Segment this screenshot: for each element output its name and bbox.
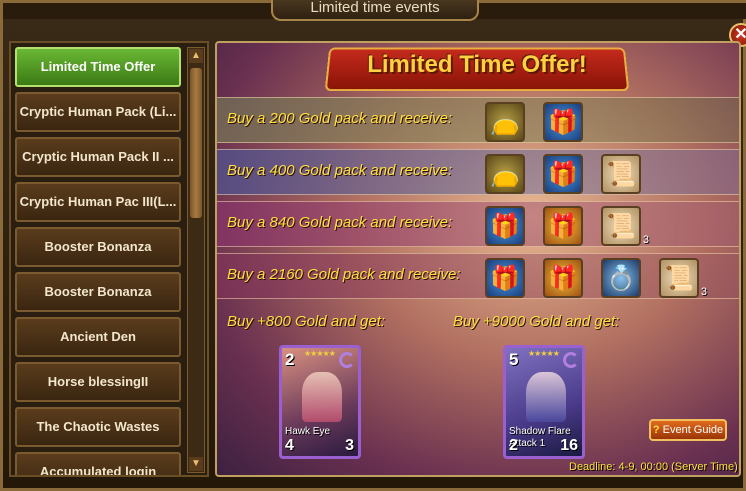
offer-row-2160: Buy a 2160 Gold pack and receive: 🎁 🎁 💍 … — [217, 253, 739, 299]
offer-row-400: Buy a 400 Gold pack and receive: 👝 🎁 📜 — [217, 149, 739, 195]
swirl-icon — [563, 352, 579, 368]
sidebar-item-booster-bonanza-1[interactable]: Booster Bonanza — [15, 227, 181, 267]
card-stars: ★★★★★ — [528, 349, 560, 358]
card-portrait — [302, 372, 342, 422]
scroll-up-icon[interactable]: ▲ — [189, 49, 203, 63]
scroll-icon[interactable]: 📜 3 — [659, 258, 707, 298]
gold-gift-icon[interactable]: 🎁 — [543, 258, 583, 298]
swirl-icon — [339, 352, 355, 368]
ring-icon[interactable]: 💍 — [601, 258, 641, 298]
card-health: 16 — [560, 437, 578, 454]
offer-panel: Limited Time Offer! Buy a 200 Gold pack … — [215, 41, 741, 477]
event-guide-label: Event Guide — [662, 424, 724, 436]
blue-gift-icon[interactable]: 🎁 — [543, 102, 583, 142]
card-attack: 4 — [285, 437, 294, 454]
sidebar-item-cryptic-human-pack[interactable]: Cryptic Human Pack (Li... — [15, 92, 181, 132]
window-title: Limited time events — [271, 0, 479, 21]
offer-text: Buy a 400 Gold pack and receive: — [227, 162, 453, 179]
offer-row-840: Buy a 840 Gold pack and receive: 🎁 🎁 📜 3 — [217, 201, 739, 247]
card-shadow-flare[interactable]: 5 ★★★★★ Shadow Flare Attack 1 2 16 — [503, 345, 585, 459]
card-attack: 2 — [509, 437, 518, 454]
sidebar-scrollbar[interactable]: ▲ ▼ — [187, 47, 205, 473]
event-sidebar: Limited Time Offer Cryptic Human Pack (L… — [9, 41, 209, 477]
offer-text: Buy a 2160 Gold pack and receive: — [227, 266, 461, 283]
reward-quantity: 3 — [642, 234, 649, 246]
question-icon: ? — [652, 424, 660, 436]
get-9000-label: Buy +9000 Gold and get: — [453, 313, 620, 330]
sidebar-item-booster-bonanza-2[interactable]: Booster Bonanza — [15, 272, 181, 312]
sidebar-item-cryptic-human-pack-ii[interactable]: Cryptic Human Pack II ... — [15, 137, 181, 177]
offer-row-200: Buy a 200 Gold pack and receive: 👝 🎁 — [217, 97, 739, 143]
sidebar-item-cryptic-human-pack-iii[interactable]: Cryptic Human Pac III(L... — [15, 182, 181, 222]
scroll-down-icon[interactable]: ▼ — [189, 457, 203, 471]
card-hawk-eye[interactable]: 2 ★★★★★ Hawk Eye 4 3 — [279, 345, 361, 459]
card-cost: 2 — [285, 350, 295, 369]
event-window: Limited time events ✕ Limited Time Offer… — [0, 0, 746, 491]
offer-text: Buy a 840 Gold pack and receive: — [227, 214, 453, 231]
blue-gift-icon[interactable]: 🎁 — [543, 154, 583, 194]
card-portrait — [526, 372, 566, 422]
sidebar-item-limited-time-offer[interactable]: Limited Time Offer — [15, 47, 181, 87]
scroll-icon[interactable]: 📜 3 — [601, 206, 649, 246]
sidebar-item-chaotic-wastes[interactable]: The Chaotic Wastes — [15, 407, 181, 447]
card-health: 3 — [345, 437, 354, 454]
blue-gift-icon[interactable]: 🎁 — [485, 258, 525, 298]
reward-quantity: 3 — [700, 286, 707, 298]
get-800-label: Buy +800 Gold and get: — [227, 313, 386, 330]
banner-title: Limited Time Offer! — [367, 51, 587, 78]
gold-bag-icon[interactable]: 👝 — [485, 102, 525, 142]
scroll-thumb[interactable] — [190, 68, 202, 218]
card-stars: ★★★★★ — [304, 349, 336, 358]
event-guide-button[interactable]: ? Event Guide — [649, 419, 727, 441]
gold-bag-icon[interactable]: 👝 — [485, 154, 525, 194]
deadline-text: Deadline: 4-9, 00:00 (Server Time) — [569, 461, 738, 473]
card-cost: 5 — [509, 350, 519, 369]
sidebar-item-horse-blessing[interactable]: Horse blessingII — [15, 362, 181, 402]
scroll-icon[interactable]: 📜 — [601, 154, 641, 194]
gold-gift-icon[interactable]: 🎁 — [543, 206, 583, 246]
sidebar-item-ancient-den[interactable]: Ancient Den — [15, 317, 181, 357]
blue-gift-icon[interactable]: 🎁 — [485, 206, 525, 246]
sidebar-item-accumulated-login[interactable]: Accumulated login — [15, 452, 181, 475]
offer-text: Buy a 200 Gold pack and receive: — [227, 110, 453, 127]
